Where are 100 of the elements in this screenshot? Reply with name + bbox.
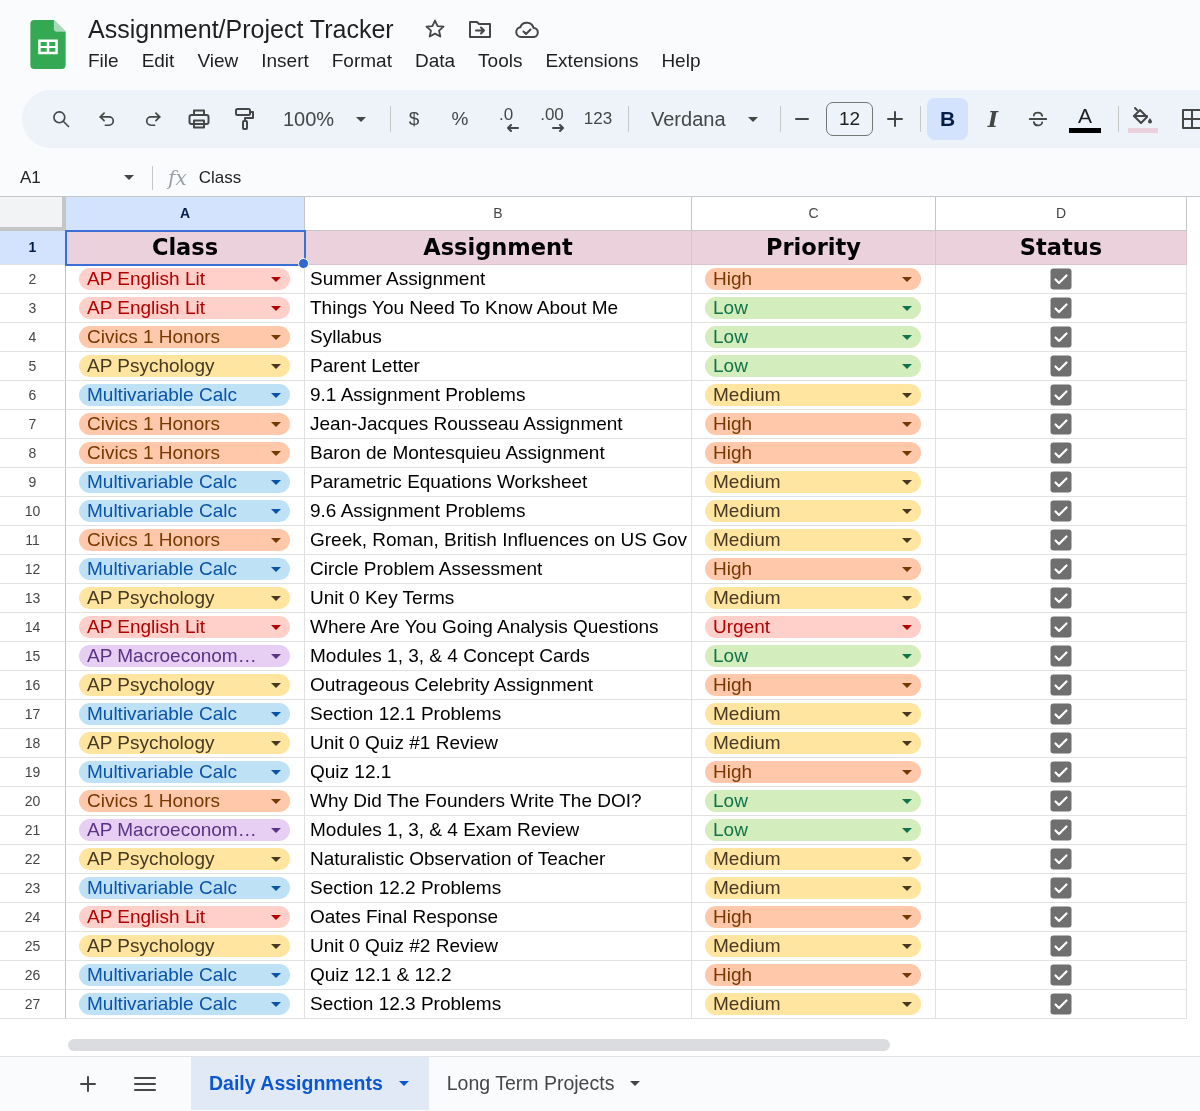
checkbox[interactable] <box>1050 384 1072 406</box>
row-header[interactable]: 10 <box>0 497 66 526</box>
priority-chip[interactable]: Medium <box>705 732 921 754</box>
row-header[interactable]: 22 <box>0 845 66 874</box>
class-chip[interactable]: Multivariable Calc <box>79 471 290 493</box>
class-chip[interactable]: AP Psychology <box>79 674 290 696</box>
priority-chip[interactable]: High <box>705 761 921 783</box>
class-chip[interactable]: Multivariable Calc <box>79 993 290 1015</box>
row-header[interactable]: 4 <box>0 323 66 352</box>
class-chip[interactable]: Multivariable Calc <box>79 703 290 725</box>
row-header[interactable]: 12 <box>0 555 66 584</box>
checkbox[interactable] <box>1050 442 1072 464</box>
currency-format-button[interactable]: $ <box>391 99 437 139</box>
class-chip[interactable]: Civics 1 Honors <box>79 442 290 464</box>
row-header[interactable]: 9 <box>0 468 66 497</box>
header-cell[interactable]: Class <box>66 231 305 265</box>
row-header[interactable]: 15 <box>0 642 66 671</box>
priority-chip[interactable]: Low <box>705 326 921 348</box>
row-header[interactable]: 16 <box>0 671 66 700</box>
row-header[interactable]: 24 <box>0 903 66 932</box>
menu-item[interactable]: Tools <box>478 48 523 74</box>
search-icon[interactable] <box>51 109 71 129</box>
class-chip[interactable]: Civics 1 Honors <box>79 529 290 551</box>
priority-chip[interactable]: Low <box>705 355 921 377</box>
fill-color-icon[interactable] <box>1128 105 1158 133</box>
class-chip[interactable]: AP English Lit <box>79 906 290 928</box>
class-chip[interactable]: Civics 1 Honors <box>79 790 290 812</box>
checkbox[interactable] <box>1050 790 1072 812</box>
checkbox[interactable] <box>1050 964 1072 986</box>
checkbox[interactable] <box>1050 529 1072 551</box>
menu-item[interactable]: View <box>197 48 239 74</box>
row-header[interactable]: 17 <box>0 700 66 729</box>
checkbox[interactable] <box>1050 993 1072 1015</box>
priority-chip[interactable]: Low <box>705 297 921 319</box>
header-cell[interactable]: Assignment <box>305 231 692 265</box>
priority-chip[interactable]: Medium <box>705 848 921 870</box>
sheet-tab[interactable]: Daily Assignments <box>191 1057 429 1110</box>
checkbox[interactable] <box>1050 877 1072 899</box>
class-chip[interactable]: Multivariable Calc <box>79 500 290 522</box>
priority-chip[interactable]: High <box>705 674 921 696</box>
checkbox[interactable] <box>1050 297 1072 319</box>
class-chip[interactable]: Multivariable Calc <box>79 761 290 783</box>
sheet-tab[interactable]: Long Term Projects <box>428 1057 661 1110</box>
row-header[interactable]: 11 <box>0 526 66 555</box>
add-sheet-plus-icon[interactable] <box>79 1074 97 1093</box>
printer-icon[interactable] <box>187 107 211 131</box>
checkbox[interactable] <box>1050 471 1072 493</box>
row-header[interactable]: 13 <box>0 584 66 613</box>
row-header[interactable]: 7 <box>0 410 66 439</box>
row-header[interactable]: 21 <box>0 816 66 845</box>
priority-chip[interactable]: Medium <box>705 703 921 725</box>
class-chip[interactable]: AP Macroeconom… <box>79 645 290 667</box>
redo-icon[interactable] <box>143 109 163 129</box>
class-chip[interactable]: AP English Lit <box>79 268 290 290</box>
checkbox[interactable] <box>1050 355 1072 377</box>
class-chip[interactable]: AP Psychology <box>79 935 290 957</box>
checkbox[interactable] <box>1050 645 1072 667</box>
row-header[interactable]: 8 <box>0 439 66 468</box>
borders-icon[interactable] <box>1181 108 1200 130</box>
priority-chip[interactable]: High <box>705 268 921 290</box>
menu-item[interactable]: Extensions <box>545 48 639 74</box>
priority-chip[interactable]: Medium <box>705 471 921 493</box>
checkbox[interactable] <box>1050 819 1072 841</box>
row-header[interactable]: 25 <box>0 932 66 961</box>
class-chip[interactable]: Multivariable Calc <box>79 877 290 899</box>
menu-item[interactable]: Edit <box>141 48 175 74</box>
checkbox[interactable] <box>1050 500 1072 522</box>
paint-roller-icon[interactable] <box>234 107 256 131</box>
priority-chip[interactable]: Medium <box>705 587 921 609</box>
priority-chip[interactable]: Medium <box>705 993 921 1015</box>
checkbox[interactable] <box>1050 616 1072 638</box>
priority-chip[interactable]: Medium <box>705 877 921 899</box>
class-chip[interactable]: Multivariable Calc <box>79 558 290 580</box>
plus-icon[interactable] <box>886 110 904 128</box>
row-header[interactable]: 18 <box>0 729 66 758</box>
class-chip[interactable]: AP Psychology <box>79 355 290 377</box>
column-header[interactable]: A <box>66 197 305 231</box>
menu-item[interactable]: File <box>88 48 119 74</box>
checkbox[interactable] <box>1050 587 1072 609</box>
priority-chip[interactable]: High <box>705 558 921 580</box>
font-size-field[interactable]: 12 <box>826 102 873 136</box>
checkbox[interactable] <box>1050 761 1072 783</box>
checkbox[interactable] <box>1050 558 1072 580</box>
priority-chip[interactable]: Urgent <box>705 616 921 638</box>
undo-icon[interactable] <box>97 109 117 129</box>
priority-chip[interactable]: High <box>705 906 921 928</box>
priority-chip[interactable]: Medium <box>705 500 921 522</box>
horizontal-scrollbar[interactable] <box>68 1039 890 1051</box>
class-chip[interactable]: Multivariable Calc <box>79 964 290 986</box>
menu-item[interactable]: Insert <box>261 48 309 74</box>
menu-item[interactable]: Format <box>331 48 392 74</box>
class-chip[interactable]: AP English Lit <box>79 616 290 638</box>
zoom-dropdown[interactable]: 100% <box>272 99 372 139</box>
folder-arrow-icon[interactable] <box>467 18 492 40</box>
row-header[interactable]: 20 <box>0 787 66 816</box>
menu-item[interactable]: Help <box>661 48 701 74</box>
row-header[interactable]: 1 <box>0 231 66 265</box>
checkbox[interactable] <box>1050 703 1072 725</box>
row-header[interactable]: 23 <box>0 874 66 903</box>
row-header[interactable]: 2 <box>0 265 66 294</box>
